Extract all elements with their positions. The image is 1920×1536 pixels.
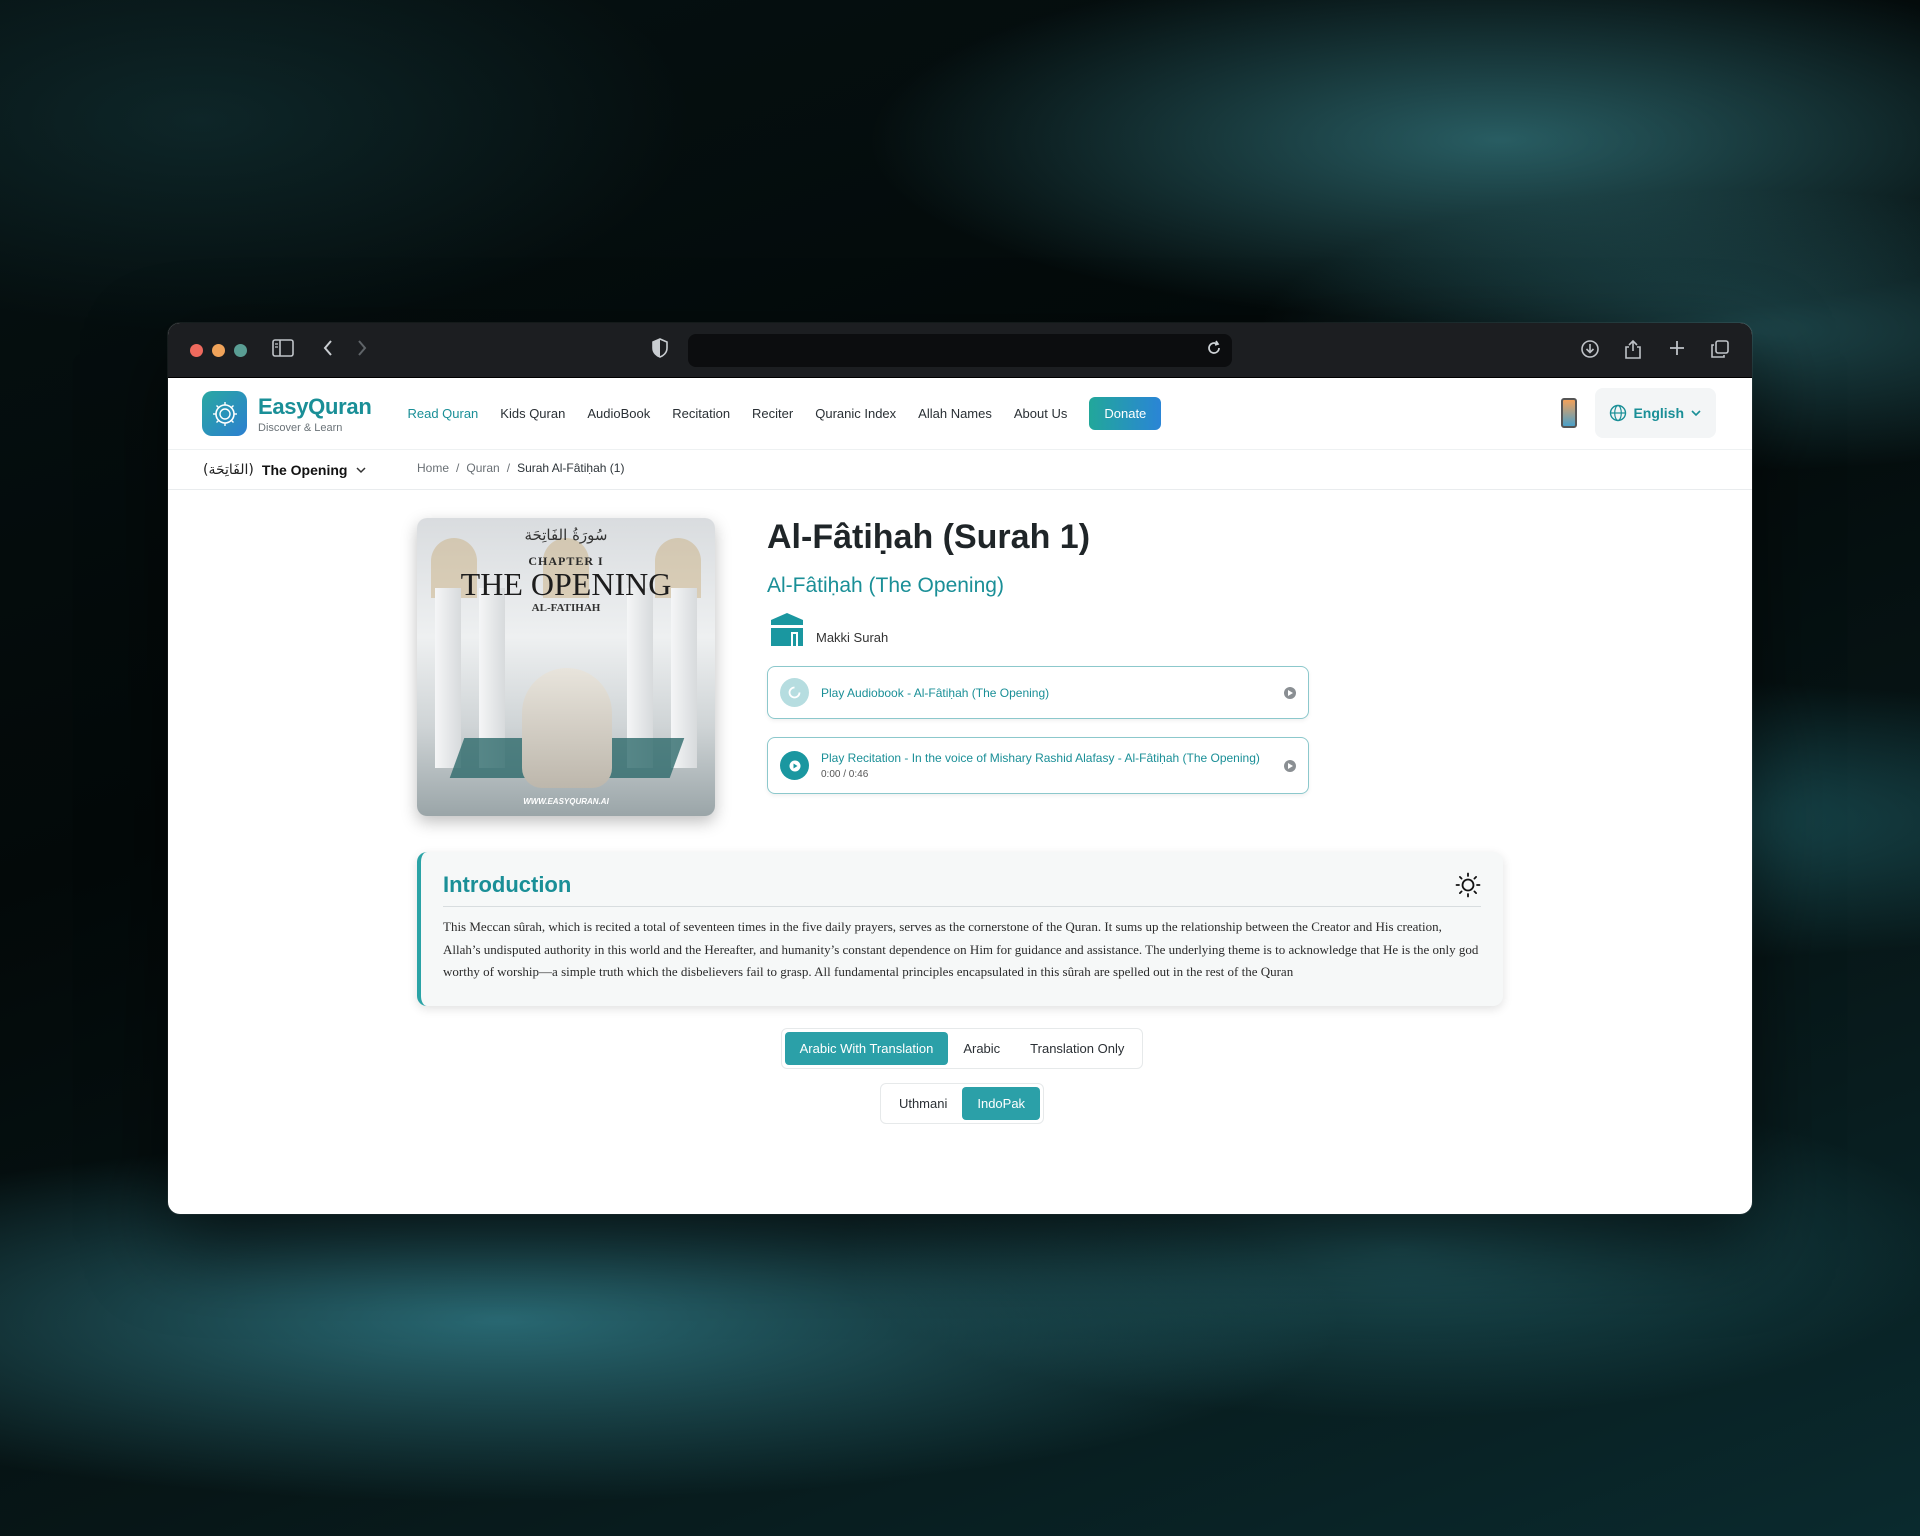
cover-url: WWW.EASYQURAN.AI	[523, 797, 609, 806]
tab-indopak[interactable]: IndoPak	[962, 1086, 1041, 1120]
nav-read-quran[interactable]: Read Quran	[407, 406, 478, 421]
tab-overview-icon[interactable]	[1710, 339, 1730, 364]
nav-kids-quran[interactable]: Kids Quran	[500, 406, 565, 421]
breadcrumb-quran[interactable]: Quran	[466, 461, 499, 475]
browser-window: EasyQuran Discover & Learn Read Quran Ki…	[168, 323, 1752, 1214]
breadcrumb-home[interactable]: Home	[417, 461, 449, 475]
main-content: Home / Quran / Surah Al-Fâtiḥah (1) سُور…	[417, 451, 1507, 1124]
cover-arabic-title: سُورَةُ الفَاتِحَة	[524, 526, 608, 544]
chevron-down-icon	[1691, 410, 1701, 417]
browser-toolbar	[168, 323, 1752, 378]
nav-audiobook[interactable]: AudioBook	[587, 406, 650, 421]
brand[interactable]: EasyQuran Discover & Learn	[258, 393, 372, 434]
play-icon[interactable]	[780, 751, 809, 780]
audiobook-label: Play Audiobook - Al-Fâtiḥah (The Opening…	[821, 685, 1050, 700]
introduction-card: Introduction This Meccan sûrah, which is…	[417, 852, 1503, 1006]
loading-icon[interactable]	[780, 678, 809, 707]
brand-tagline: Discover & Learn	[258, 421, 343, 434]
nav-reciter[interactable]: Reciter	[752, 406, 793, 421]
cover-subtitle: AL-FATIHAH	[531, 602, 601, 614]
audiobook-player[interactable]: Play Audiobook - Al-Fâtiḥah (The Opening…	[767, 666, 1309, 719]
address-bar[interactable]	[688, 334, 1232, 367]
script-tabs: Uthmani IndoPak	[417, 1082, 1507, 1124]
view-mode-tabs: Arabic With Translation Arabic Translati…	[417, 1027, 1507, 1069]
kaaba-icon	[771, 613, 803, 646]
zoom-window-button[interactable]	[234, 344, 247, 357]
breadcrumb-current: Surah Al-Fâtiḥah (1)	[517, 461, 625, 475]
surah-info: Al-Fâtiḥah (Surah 1) Al-Fâtiḥah (The Ope…	[767, 518, 1309, 816]
download-icon[interactable]	[1580, 339, 1600, 364]
tab-uthmani[interactable]: Uthmani	[884, 1087, 962, 1120]
recitation-time: 0:00 / 0:46	[821, 769, 869, 780]
surah-hero: سُورَةُ الفَاتِحَة CHAPTER I THE OPENING…	[417, 518, 1507, 816]
nav-quranic-index[interactable]: Quranic Index	[815, 406, 896, 421]
surah-cover-image: سُورَةُ الفَاتِحَة CHAPTER I THE OPENING…	[417, 518, 715, 816]
reload-icon[interactable]	[1206, 340, 1222, 361]
recitation-label: Play Recitation - In the voice of Mishar…	[821, 751, 1260, 765]
site-header: EasyQuran Discover & Learn Read Quran Ki…	[168, 378, 1752, 450]
minimize-window-button[interactable]	[212, 344, 225, 357]
praying-figure	[522, 668, 612, 788]
header-actions: English	[1561, 388, 1716, 438]
introduction-text: This Meccan sûrah, which is recited a to…	[443, 919, 1479, 979]
surah-title: Al-Fâtiḥah (Surah 1)	[767, 518, 1091, 556]
surah-subtitle: Al-Fâtiḥah (The Opening)	[767, 574, 1004, 597]
privacy-shield-icon[interactable]	[652, 338, 668, 358]
tab-arabic-with-translation[interactable]: Arabic With Translation	[784, 1031, 949, 1065]
nav-about-us[interactable]: About Us	[1014, 406, 1067, 421]
sidebar-toggle-icon[interactable]	[272, 339, 294, 362]
surah-type-label: Makki Surah	[816, 630, 889, 645]
forward-icon[interactable]	[356, 339, 368, 362]
surah-arabic-name: (الفَاتِحَة)	[203, 461, 254, 478]
breadcrumb-separator: /	[456, 461, 460, 475]
close-window-button[interactable]	[190, 344, 203, 357]
window-controls	[190, 344, 247, 357]
breadcrumb-separator: /	[506, 461, 511, 475]
play-small-icon[interactable]	[1284, 686, 1296, 699]
play-small-icon[interactable]	[1284, 759, 1296, 772]
language-label: English	[1633, 405, 1684, 421]
globe-icon	[1610, 404, 1627, 422]
recitation-player[interactable]: Play Recitation - In the voice of Mishar…	[767, 737, 1309, 794]
introduction-title: Introduction	[443, 872, 1481, 907]
brand-name: EasyQuran	[258, 393, 372, 419]
nav-allah-names[interactable]: Allah Names	[918, 406, 992, 421]
share-icon[interactable]	[1624, 339, 1642, 364]
logo-icon[interactable]	[202, 391, 247, 436]
surah-english-name: The Opening	[261, 461, 348, 478]
cover-title: THE OPENING	[460, 566, 672, 602]
surah-type: Makki Surah	[767, 610, 1309, 648]
tab-arabic[interactable]: Arabic	[948, 1032, 1015, 1065]
language-selector[interactable]: English	[1595, 388, 1716, 438]
theme-toggle-icon[interactable]	[1455, 872, 1481, 898]
tab-translation-only[interactable]: Translation Only	[1015, 1032, 1139, 1065]
chevron-down-icon	[356, 466, 366, 473]
nav-recitation[interactable]: Recitation	[672, 406, 730, 421]
donate-button[interactable]: Donate	[1089, 397, 1162, 430]
new-tab-icon[interactable]	[1668, 339, 1686, 362]
back-icon[interactable]	[322, 339, 334, 362]
breadcrumb: Home / Quran / Surah Al-Fâtiḥah (1)	[417, 461, 1507, 475]
mobile-app-icon[interactable]	[1561, 398, 1578, 428]
main-nav: Read Quran Kids Quran AudioBook Recitati…	[407, 397, 1162, 430]
